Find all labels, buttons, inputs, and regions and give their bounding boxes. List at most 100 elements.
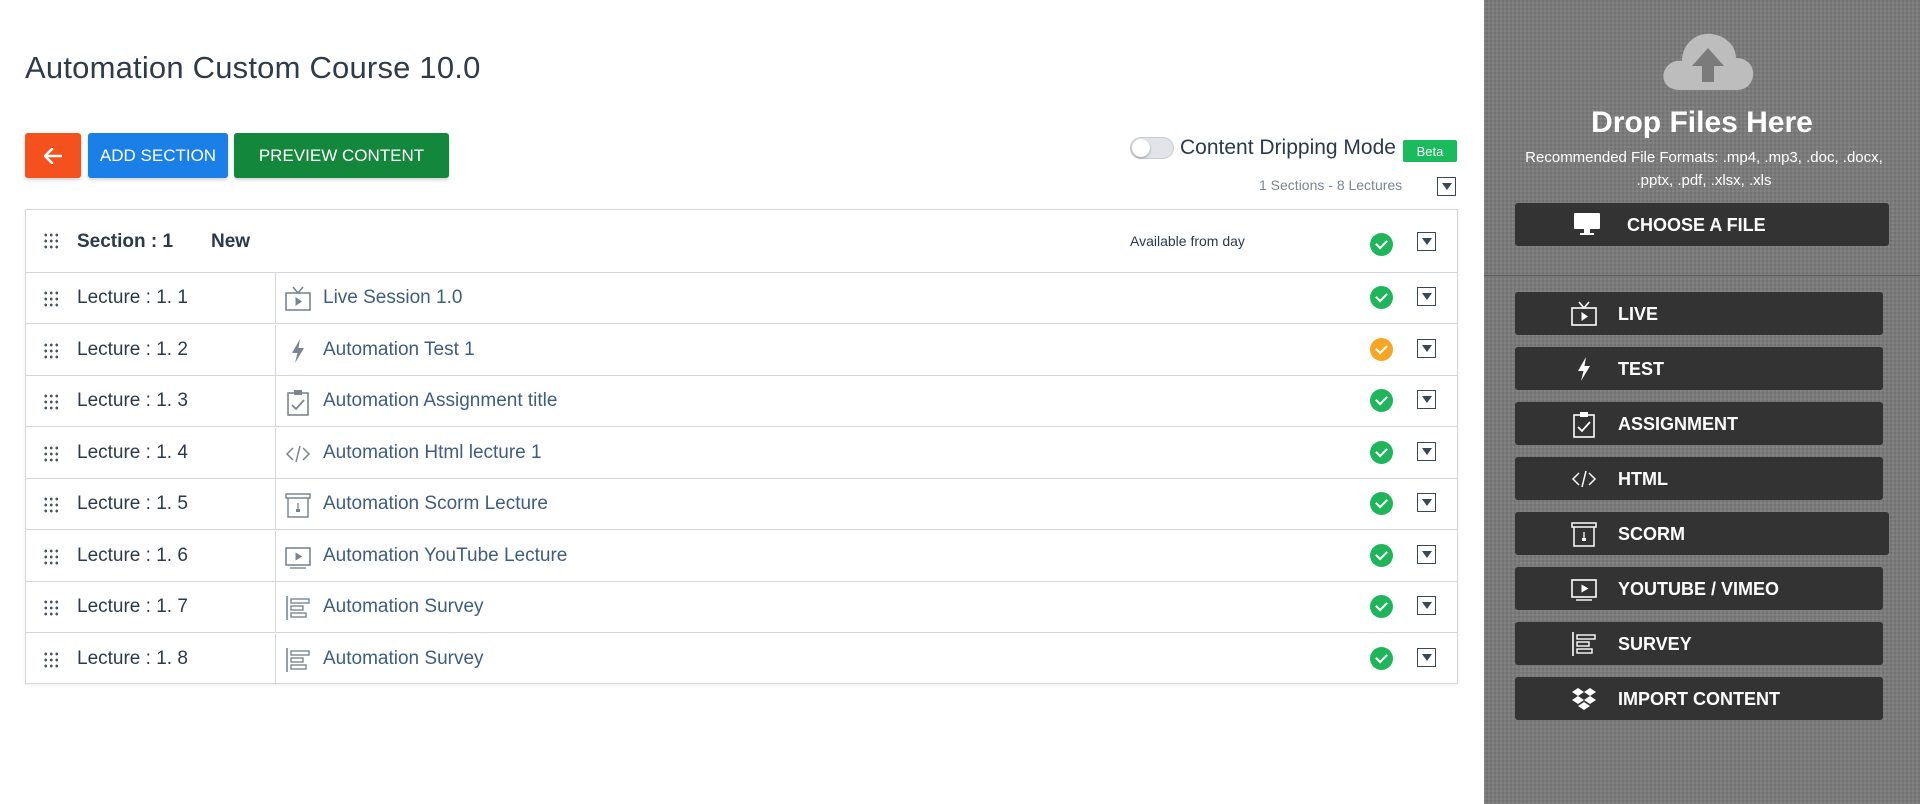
lecture-number: Lecture : 1. 7 xyxy=(77,596,188,617)
lecture-title[interactable]: Automation Assignment title xyxy=(323,390,557,412)
choose-file-button[interactable]: CHOOSE A FILE xyxy=(1515,203,1889,246)
code-icon xyxy=(1570,465,1598,493)
lecture-title[interactable]: Automation Survey xyxy=(323,648,484,670)
dropbox-icon xyxy=(1570,685,1598,713)
column-divider xyxy=(275,324,276,375)
published-check-icon[interactable] xyxy=(1370,286,1393,309)
scorm-box-icon xyxy=(284,491,312,519)
lecture-row[interactable]: Lecture : 1. 5 Automation Scorm Lecture xyxy=(26,479,1457,530)
cloud-upload-icon xyxy=(1663,33,1754,90)
lecture-title[interactable]: Live Session 1.0 xyxy=(323,287,462,309)
lightning-icon xyxy=(1570,355,1598,383)
available-from-day-label: Available from day xyxy=(1130,233,1245,249)
add-test-button[interactable]: TEST xyxy=(1515,347,1883,390)
column-divider xyxy=(275,376,276,426)
survey-bars-icon xyxy=(284,594,312,622)
video-play-icon xyxy=(1570,575,1598,603)
published-check-icon[interactable] xyxy=(1370,233,1393,256)
drop-files-title: Drop Files Here xyxy=(1591,106,1813,139)
video-play-icon xyxy=(284,543,312,571)
lecture-row[interactable]: Lecture : 1. 2 Automation Test 1 xyxy=(26,324,1457,376)
lecture-number: Lecture : 1. 5 xyxy=(77,493,188,514)
button-label: IMPORT CONTENT xyxy=(1618,689,1780,709)
drag-handle-icon[interactable] xyxy=(43,232,59,250)
clipboard-check-icon xyxy=(284,388,312,416)
lecture-row[interactable]: Lecture : 1. 6 Automation YouTube Lecture xyxy=(26,530,1457,582)
lecture-title[interactable]: Automation Test 1 xyxy=(323,339,475,361)
lightning-icon xyxy=(284,337,312,365)
lecture-dropdown-caret-icon[interactable] xyxy=(1417,338,1436,358)
course-editor: Automation Custom Course 10.0 ADD SECTIO… xyxy=(0,0,1484,804)
warning-status-icon[interactable] xyxy=(1370,337,1393,361)
drag-handle-icon[interactable] xyxy=(43,599,59,617)
lecture-number: Lecture : 1. 3 xyxy=(77,390,188,411)
lecture-dropdown-caret-icon[interactable] xyxy=(1417,390,1436,409)
drag-handle-icon[interactable] xyxy=(43,290,59,308)
drag-handle-icon[interactable] xyxy=(43,547,59,566)
lecture-title[interactable]: Automation YouTube Lecture xyxy=(323,545,567,567)
lecture-number: Lecture : 1. 6 xyxy=(77,544,188,566)
button-label: LIVE xyxy=(1618,304,1659,324)
published-check-icon[interactable] xyxy=(1370,543,1393,567)
drag-handle-icon[interactable] xyxy=(43,393,59,411)
recommended-formats: Recommended File Formats: .mp4, .mp3, .d… xyxy=(1525,149,1883,189)
collapse-all-caret-icon[interactable] xyxy=(1437,177,1456,196)
lecture-number: Lecture : 1. 1 xyxy=(77,287,188,308)
lecture-title[interactable]: Automation Scorm Lecture xyxy=(323,493,548,515)
lecture-dropdown-caret-icon[interactable] xyxy=(1417,544,1436,564)
choose-file-label: CHOOSE A FILE xyxy=(1627,215,1766,235)
lecture-title[interactable]: Automation Html lecture 1 xyxy=(323,442,542,464)
lecture-row[interactable]: Lecture : 1. 3 Automation Assignment titl… xyxy=(26,376,1457,427)
lecture-row[interactable]: Lecture : 1. 8 Automation Survey xyxy=(26,633,1457,685)
page-title: Automation Custom Course 10.0 xyxy=(25,50,481,85)
column-divider xyxy=(275,273,276,323)
lecture-dropdown-caret-icon[interactable] xyxy=(1417,596,1436,615)
arrow-left-icon xyxy=(44,147,62,164)
column-divider xyxy=(275,582,276,632)
clipboard-check-icon xyxy=(1570,410,1598,438)
course-summary: 1 Sections - 8 Lectures xyxy=(1259,177,1403,193)
published-check-icon[interactable] xyxy=(1370,646,1393,670)
published-check-icon[interactable] xyxy=(1370,595,1393,618)
published-check-icon[interactable] xyxy=(1370,440,1393,464)
published-check-icon[interactable] xyxy=(1370,389,1393,412)
sidebar-divider xyxy=(1484,275,1920,276)
drag-handle-icon[interactable] xyxy=(43,496,59,514)
button-label: ASSIGNMENT xyxy=(1618,414,1739,434)
lecture-row[interactable]: Lecture : 1. 1 Live Session 1.0 xyxy=(26,273,1457,324)
upload-sidebar: Drop Files Here Recommended File Formats… xyxy=(1484,0,1920,804)
add-html-button[interactable]: HTML xyxy=(1515,457,1883,500)
preview-content-button[interactable]: PREVIEW CONTENT xyxy=(234,133,449,178)
toggle-knob xyxy=(1132,139,1150,157)
dripping-mode-toggle[interactable] xyxy=(1130,137,1174,159)
button-label: SURVEY xyxy=(1618,634,1692,654)
section-dropdown-caret-icon[interactable] xyxy=(1417,232,1436,251)
add-youtube-vimeo-button[interactable]: YOUTUBE / VIMEO xyxy=(1515,567,1883,610)
section-name[interactable]: New xyxy=(211,231,250,253)
monitor-icon xyxy=(1574,213,1600,235)
column-divider xyxy=(275,530,276,581)
add-assignment-button[interactable]: ASSIGNMENT xyxy=(1515,402,1883,445)
survey-bars-icon xyxy=(284,646,312,674)
survey-bars-icon xyxy=(1570,630,1598,658)
lecture-dropdown-caret-icon[interactable] xyxy=(1417,441,1436,461)
add-scorm-button[interactable]: SCORM xyxy=(1515,512,1889,555)
add-import-content-button[interactable]: IMPORT CONTENT xyxy=(1515,677,1883,720)
button-label: YOUTUBE / VIMEO xyxy=(1618,579,1780,599)
lecture-dropdown-caret-icon[interactable] xyxy=(1417,647,1436,667)
add-live-button[interactable]: LIVE xyxy=(1515,292,1883,335)
button-label: HTML xyxy=(1618,469,1668,489)
lecture-dropdown-caret-icon[interactable] xyxy=(1417,287,1436,306)
drag-handle-icon[interactable] xyxy=(43,444,59,463)
beta-badge: Beta xyxy=(1403,140,1457,162)
lecture-row[interactable]: Lecture : 1. 4 Automation Html lecture 1 xyxy=(26,427,1457,479)
drag-handle-icon[interactable] xyxy=(43,341,59,360)
add-survey-button[interactable]: SURVEY xyxy=(1515,622,1883,665)
lecture-title[interactable]: Automation Survey xyxy=(323,596,484,618)
drag-handle-icon[interactable] xyxy=(43,650,59,669)
published-check-icon[interactable] xyxy=(1370,492,1393,515)
lecture-dropdown-caret-icon[interactable] xyxy=(1417,493,1436,512)
add-section-button[interactable]: ADD SECTION xyxy=(88,133,228,178)
lecture-row[interactable]: Lecture : 1. 7 Automation Survey xyxy=(26,582,1457,633)
back-button[interactable] xyxy=(25,133,81,178)
